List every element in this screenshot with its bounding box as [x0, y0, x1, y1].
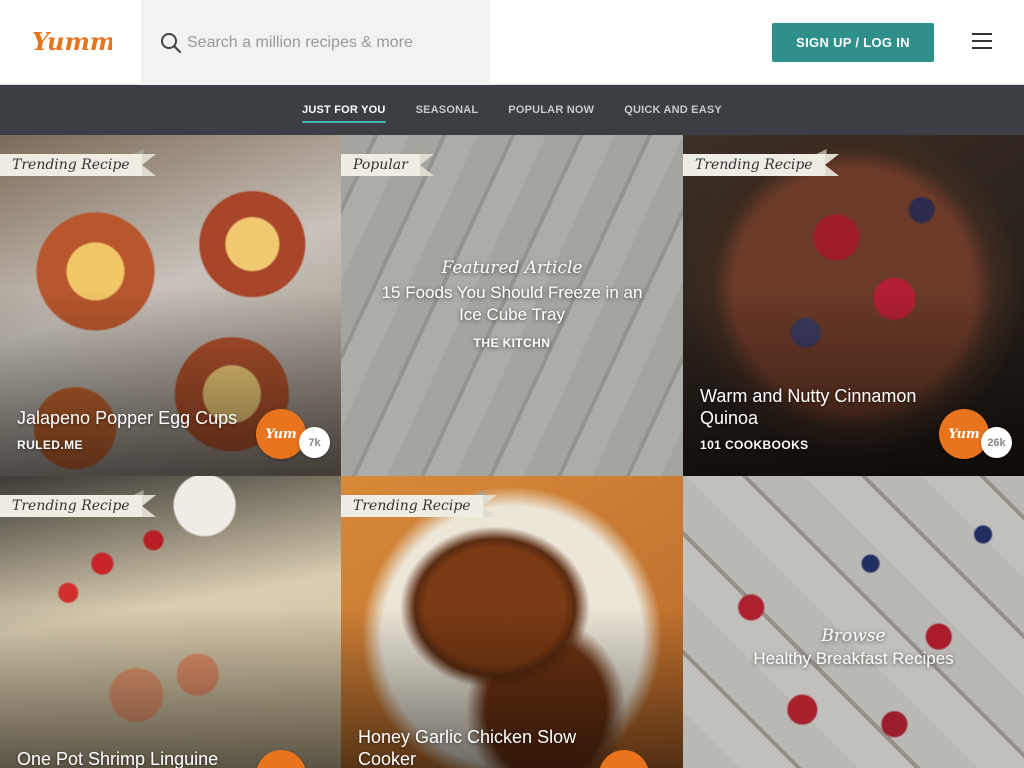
article-source[interactable]: THE KITCHN — [341, 336, 683, 350]
top-header: Yummly SIGN UP / LOG IN — [0, 0, 1024, 85]
trending-ribbon: Trending Recipe — [0, 495, 156, 517]
recipe-title[interactable]: Honey Garlic Chicken Slow Cooker — [358, 726, 598, 768]
category-nav: JUST FOR YOU SEASONAL POPULAR NOW QUICK … — [0, 85, 1024, 135]
yummly-logo-wordmark: Yummly — [32, 27, 112, 56]
hamburger-menu-icon[interactable] — [972, 33, 992, 51]
yum-button[interactable]: Yum — [256, 409, 306, 459]
recipe-title[interactable]: Warm and Nutty Cinnamon Quinoa — [700, 385, 940, 429]
svg-text:Yummly: Yummly — [32, 27, 112, 56]
featured-article-block[interactable]: Featured Article 15 Foods You Should Fre… — [341, 258, 683, 350]
browse-block[interactable]: Browse Healthy Breakfast Recipes — [683, 626, 1024, 670]
article-kicker: Featured Article — [441, 258, 583, 278]
yum-count: 26k — [981, 427, 1012, 458]
search-bar[interactable] — [141, 0, 490, 85]
tab-quick-and-easy[interactable]: QUICK AND EASY — [609, 85, 737, 135]
signup-login-button[interactable]: SIGN UP / LOG IN — [772, 23, 934, 62]
tab-seasonal[interactable]: SEASONAL — [401, 85, 494, 135]
trending-ribbon: Trending Recipe — [341, 495, 497, 517]
recipe-title[interactable]: One Pot Shrimp Linguine — [17, 748, 257, 768]
recipe-source[interactable]: 101 COOKBOOKS — [700, 438, 809, 452]
trending-ribbon: Trending Recipe — [683, 154, 839, 176]
recipe-card[interactable]: Trending Recipe One Pot Shrimp Linguine … — [0, 476, 341, 768]
popular-ribbon: Popular — [341, 154, 434, 176]
recipe-source[interactable]: RULED.ME — [17, 438, 83, 452]
yum-count: 7k — [299, 427, 330, 458]
article-title[interactable]: 15 Foods You Should Freeze in an Ice Cub… — [341, 282, 683, 326]
browse-kicker: Browse — [821, 626, 886, 646]
browse-title[interactable]: Healthy Breakfast Recipes — [683, 648, 1024, 670]
tab-just-for-you[interactable]: JUST FOR YOU — [287, 85, 401, 135]
yummly-logo[interactable]: Yummly — [0, 0, 141, 85]
article-card[interactable]: Popular Featured Article 15 Foods You Sh… — [341, 135, 683, 476]
tab-popular-now[interactable]: POPULAR NOW — [493, 85, 609, 135]
recipe-card[interactable]: Trending Recipe Jalapeno Popper Egg Cups… — [0, 135, 341, 476]
recipe-grid: Trending Recipe Jalapeno Popper Egg Cups… — [0, 135, 1024, 768]
yum-button[interactable]: Yum — [939, 409, 989, 459]
trending-ribbon: Trending Recipe — [0, 154, 156, 176]
recipe-card[interactable]: Trending Recipe Warm and Nutty Cinnamon … — [683, 135, 1024, 476]
search-icon[interactable] — [160, 32, 182, 54]
recipe-title[interactable]: Jalapeno Popper Egg Cups — [17, 407, 257, 429]
search-input[interactable] — [187, 33, 477, 52]
recipe-card[interactable]: Trending Recipe Honey Garlic Chicken Slo… — [341, 476, 683, 768]
browse-card[interactable]: Browse Healthy Breakfast Recipes — [683, 476, 1024, 768]
